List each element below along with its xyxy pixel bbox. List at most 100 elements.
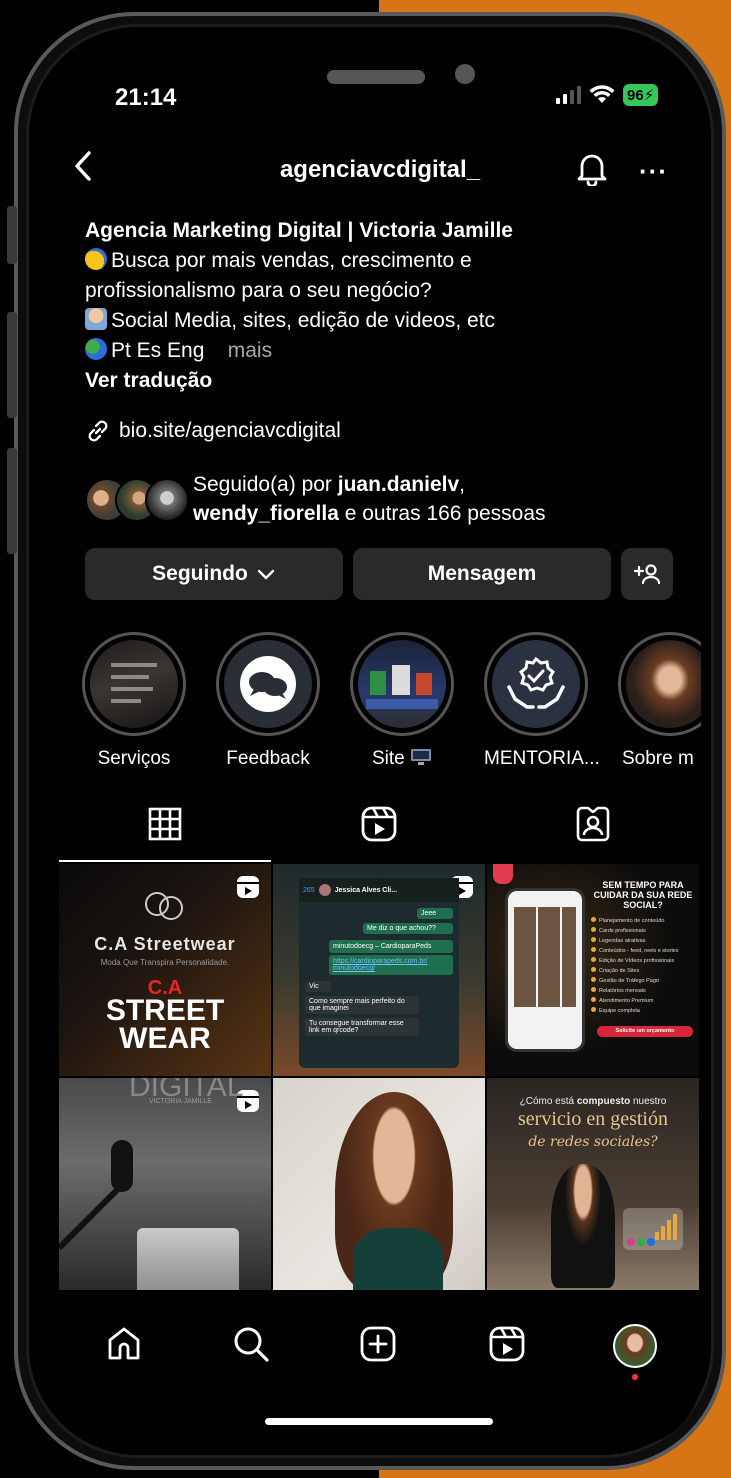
chat-message: Tu consegue transformar esse link em qrc… [305, 1018, 419, 1036]
desktop-computer-icon [411, 749, 432, 765]
service-item-text: Edição de Vídeos profissionais [599, 958, 675, 964]
post-tile[interactable]: SEM TEMPO PARA CUIDAR DA SUA REDE SOCIAL… [487, 864, 699, 1076]
service-item-text: Cards profissionais [599, 928, 646, 934]
grid-tab-icon[interactable] [145, 804, 185, 844]
bio-line: profissionalismo para o seu negócio? [85, 279, 432, 302]
highlight-feedback[interactable]: Feedback [216, 632, 320, 770]
bullet-icon [591, 927, 596, 932]
bullet-icon [591, 937, 596, 942]
followed-prefix: Seguido(a) por [193, 473, 338, 496]
highlight-cover [626, 640, 701, 728]
suggest-users-button[interactable] [621, 548, 673, 600]
highlight-label: Serviços [97, 748, 171, 769]
chevron-down-icon [257, 569, 275, 580]
battery-icon: 96⚡ [623, 84, 659, 106]
bullet-icon [591, 977, 596, 982]
followed-comma: , [459, 473, 465, 496]
chat-contact-name: Jessica Alves Cli... [334, 886, 398, 894]
chat-message: https://cardioparapeds.com.br/ minutodoe… [329, 955, 453, 975]
wifi-icon [589, 85, 615, 103]
highlight-label-text: Site [371, 748, 405, 769]
following-label: Seguindo [152, 562, 248, 585]
tagged-tab-icon[interactable] [573, 804, 613, 844]
highlight-label: Feedback [226, 748, 310, 769]
chat-header: 265 Jessica Alves Cli... [299, 878, 459, 902]
service-item-text: Equipe completa [599, 1008, 640, 1014]
whatsapp-chat-screenshot: 265 Jessica Alves Cli... Jeee Me diz o q… [299, 878, 459, 1068]
highlight-mentoria[interactable]: MENTORIA... [484, 632, 600, 770]
highlight-ring [618, 632, 701, 736]
website-preview-icon [366, 665, 438, 709]
post-title: SEM TEMPO PARA CUIDAR DA SUA REDE SOCIAL… [593, 880, 693, 910]
reel-icon [237, 876, 259, 898]
portrait-clothing [353, 1228, 443, 1290]
bullet-icon [591, 957, 596, 962]
service-item: Legendas atrativas [591, 936, 697, 946]
bio-more-link[interactable]: mais [228, 339, 272, 362]
create-post-icon[interactable] [358, 1324, 398, 1364]
translate-link[interactable]: Ver tradução [85, 366, 685, 396]
service-item-text: Gestão de Tráfego Pago [599, 978, 659, 984]
post-tile[interactable]: DIGITAL VICTORIA JAMILLE [59, 1078, 271, 1290]
bio-text: Pt Es Eng [111, 339, 205, 362]
highlight-servicos[interactable]: Serviços [82, 632, 186, 770]
bullet-icon [591, 967, 596, 972]
bullet-icon [591, 917, 596, 922]
bullet-icon [591, 947, 596, 952]
cta-button: Solicite um orçamento [597, 1026, 693, 1037]
highlight-ring [350, 632, 454, 736]
search-icon[interactable] [231, 1324, 271, 1364]
bullet-icon [591, 1007, 596, 1012]
post-brand: C.A Streetwear [94, 934, 236, 954]
message-button[interactable]: Mensagem [353, 548, 611, 600]
followed-by[interactable]: Seguido(a) por juan.danielv, wendy_fiore… [85, 470, 685, 528]
home-icon[interactable] [104, 1324, 144, 1364]
post-script-text: de redes sociales? [528, 1134, 658, 1150]
reels-tab-icon[interactable] [359, 804, 399, 844]
post-question-part: compuesto [576, 1096, 631, 1107]
chat-back-count: 265 [303, 886, 315, 894]
highlight-ring [216, 632, 320, 736]
highlight-site[interactable]: Site [350, 632, 454, 770]
post-tile[interactable] [273, 1078, 485, 1290]
bell-icon[interactable] [576, 152, 608, 186]
avatar [145, 478, 189, 522]
post-logo-bot: WEAR [119, 1022, 211, 1055]
service-item-text: Legendas atrativas [599, 938, 646, 944]
more-options-icon[interactable]: ··· [639, 156, 668, 187]
profile-name: Agencia Marketing Digital | Victoria Jam… [85, 219, 513, 242]
post-tile[interactable]: C.A Streetwear Moda Que Transpira Person… [59, 864, 271, 1076]
chat-message: Como sempre mais perfeito do que imagine… [305, 996, 419, 1014]
highlight-sobre-mim[interactable]: Sobre m [618, 632, 701, 770]
following-button[interactable]: Seguindo [85, 548, 343, 600]
service-item: Gestão de Tráfego Pago [591, 976, 697, 986]
camera-dot [455, 64, 475, 84]
active-tab-indicator [59, 860, 271, 862]
post-tile[interactable]: 265 Jessica Alves Cli... Jeee Me diz o q… [273, 864, 485, 1076]
reels-icon[interactable] [487, 1324, 527, 1364]
highlight-cover [492, 640, 580, 728]
profile-avatar-tab[interactable] [613, 1324, 657, 1368]
bio-line: Pt Es Eng mais [85, 336, 685, 366]
camera-notch [327, 70, 425, 84]
highlight-ring [82, 632, 186, 736]
followed-by-text: Seguido(a) por juan.danielv, wendy_fiore… [193, 470, 546, 528]
notification-dot [632, 1374, 638, 1380]
services-list: Planejamento de conteúdo Cards profission… [591, 916, 697, 1016]
follower-avatars [85, 474, 193, 524]
chat-bubbles-icon [240, 656, 296, 712]
bio-link[interactable]: bio.site/agenciavcdigital [85, 418, 341, 444]
service-item: Atendimento Premium [591, 996, 697, 1006]
phone-side-button [7, 448, 17, 554]
battery-level: 96 [627, 87, 644, 104]
signal-icon [556, 86, 581, 104]
highlight-label: Sobre m [622, 748, 694, 769]
follower-username: juan.danielv [337, 473, 460, 496]
reels-badge [493, 864, 513, 884]
laptop-image [137, 1228, 239, 1290]
bio-text: Social Media, sites, edição de videos, e… [111, 309, 496, 332]
bullet-icon [591, 987, 596, 992]
service-item: Relatórios mensais [591, 986, 697, 996]
link-icon [88, 420, 108, 442]
post-tile[interactable]: ¿Cómo está compuesto nuestro servicio en… [487, 1078, 699, 1290]
